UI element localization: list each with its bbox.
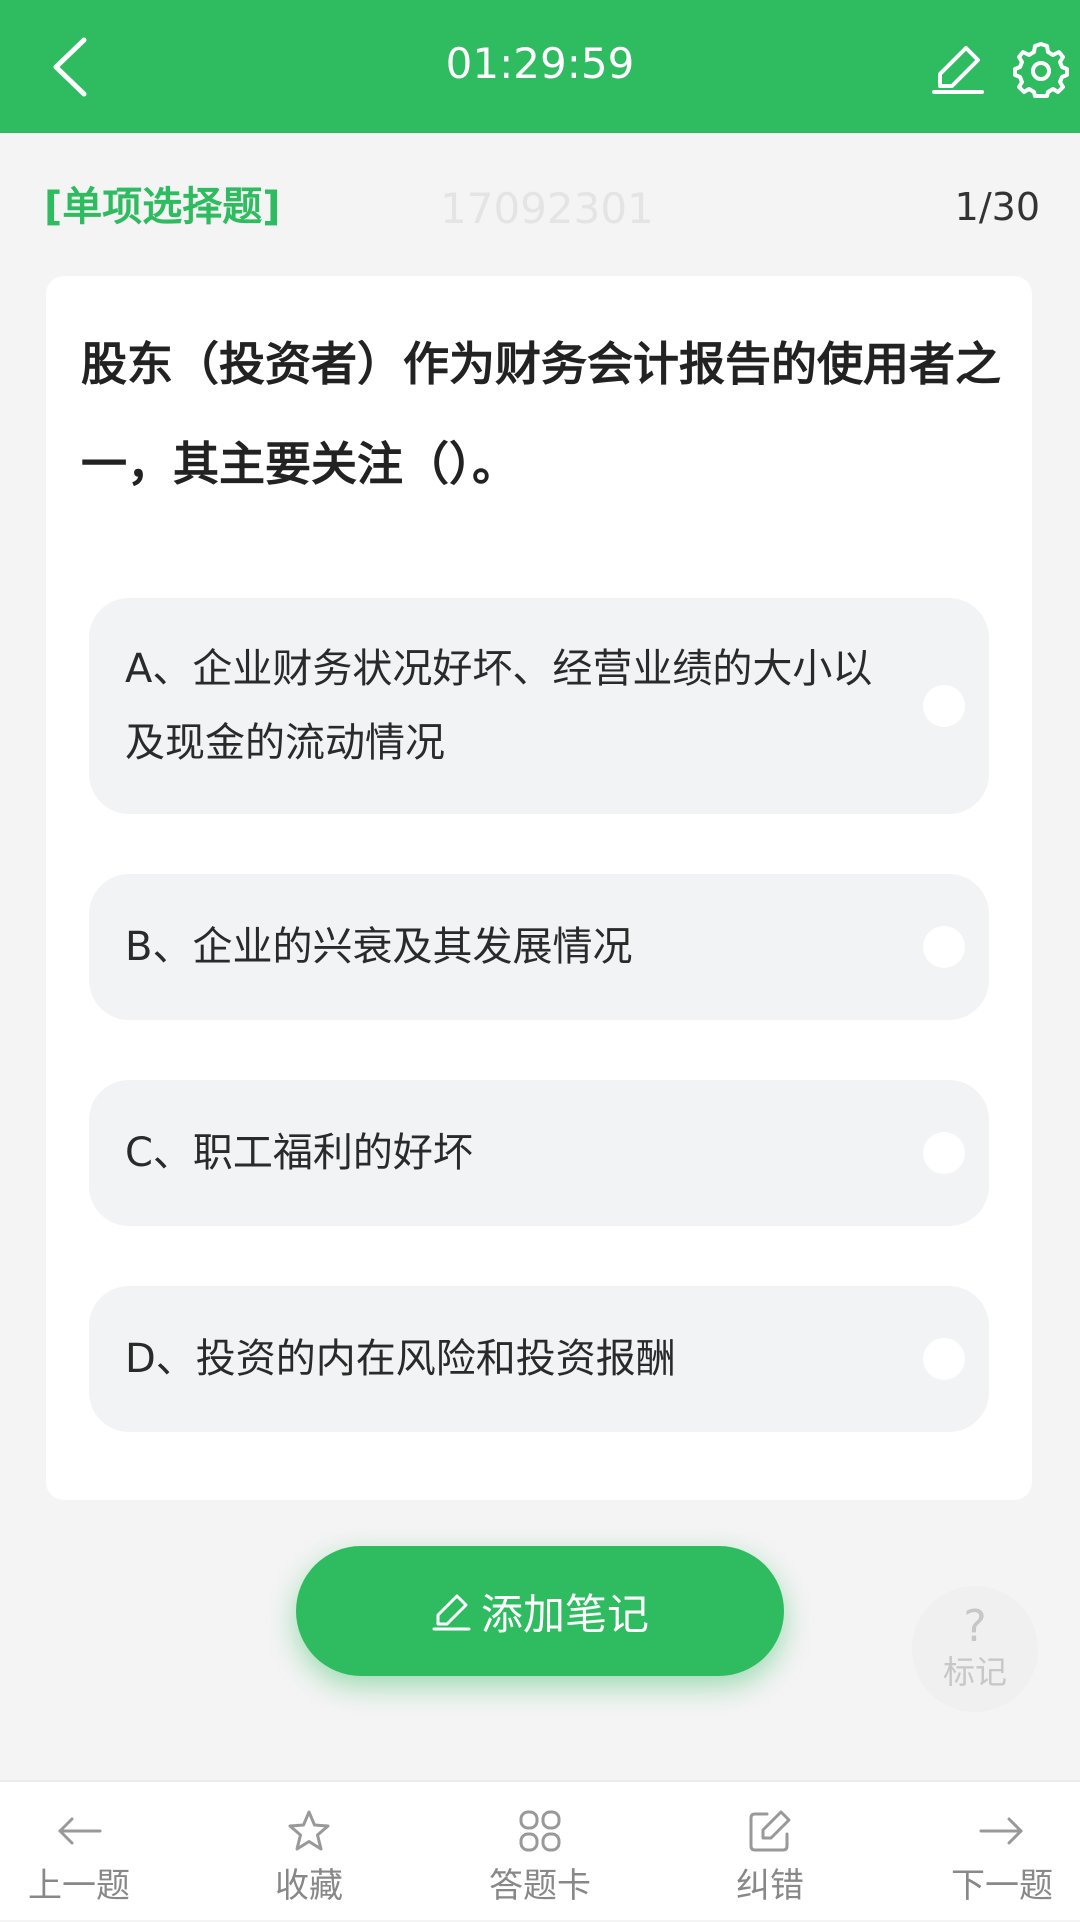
option-label: A、企业财务状况好坏、经营业绩的大小以及现金的流动情况 [125,646,873,766]
nav-answer-sheet[interactable]: 答题卡 [465,1782,615,1922]
nav-favorite[interactable]: 收藏 [234,1782,384,1922]
question-mark-icon: ? [963,1601,987,1652]
option-label: D、投资的内在风险和投资报酬 [125,1336,676,1382]
nav-label: 收藏 [275,1866,343,1906]
nav-label: 答题卡 [489,1866,591,1906]
option-radio[interactable] [923,685,965,727]
option-radio[interactable] [923,1132,965,1174]
add-note-button[interactable]: 添加笔记 [296,1546,784,1676]
nav-next-question[interactable]: 下一题 [927,1782,1077,1922]
edit-square-icon [749,1810,791,1852]
option-label: B、企业的兴衰及其发展情况 [125,924,633,970]
nav-prev-question[interactable]: 上一题 [4,1782,154,1922]
nav-label: 纠错 [736,1866,804,1906]
arrow-left-icon [58,1817,102,1845]
option-b[interactable]: B、企业的兴衰及其发展情况 [89,874,989,1020]
question-text: 股东（投资者）作为财务会计报告的使用者之一，其主要关注（）。 [81,337,1001,491]
countdown-timer: 01:29:59 [445,39,635,88]
nav-report-error[interactable]: 纠错 [695,1782,845,1922]
chevron-left-icon[interactable] [38,30,108,104]
bottom-nav: 上一题 收藏 答题卡 纠错 下一题 [0,1780,1080,1920]
option-radio[interactable] [923,926,965,968]
mark-label: 标记 [942,1653,1007,1691]
top-app-bar: 01:29:59 [0,0,1080,133]
question-id-watermark: 17092301 [440,184,654,233]
option-c[interactable]: C、职工福利的好坏 [89,1080,989,1226]
option-d[interactable]: D、投资的内在风险和投资报酬 [89,1286,989,1432]
pencil-icon [432,1594,471,1631]
question-card: 股东（投资者）作为财务会计报告的使用者之一，其主要关注（）。 A、企业财务状况好… [46,276,1032,1500]
nav-label: 上一题 [28,1866,130,1906]
gear-icon[interactable] [1012,40,1070,98]
option-a[interactable]: A、企业财务状况好坏、经营业绩的大小以及现金的流动情况 [89,598,989,814]
nav-label: 下一题 [951,1866,1053,1906]
option-radio[interactable] [923,1338,965,1380]
arrow-right-icon [979,1817,1023,1845]
pencil-icon[interactable] [930,40,986,96]
question-progress: 1/30 [954,185,1040,229]
star-icon [288,1810,330,1851]
add-note-label: 添加笔记 [480,1589,649,1639]
option-label: C、职工福利的好坏 [125,1130,473,1176]
question-type-label: [单项选择题] [44,184,281,230]
mark-button[interactable]: ? 标记 [912,1586,1038,1712]
grid-icon [519,1810,561,1852]
